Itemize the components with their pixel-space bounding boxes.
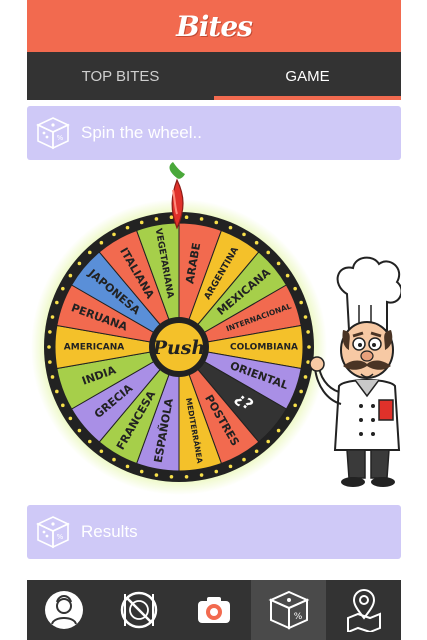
wheel-light — [199, 217, 204, 221]
wheel-light — [303, 315, 308, 319]
wheel-light — [139, 220, 144, 225]
wheel-light — [266, 250, 271, 255]
results-label: Results — [81, 522, 138, 541]
push-label: Push — [152, 337, 206, 359]
wheel-light — [87, 250, 92, 255]
wheel-light — [214, 220, 219, 225]
results-panel[interactable]: % Results — [27, 505, 401, 559]
wheel-light — [276, 428, 281, 433]
wheel-light — [55, 389, 59, 394]
wheel-light — [77, 428, 82, 433]
wheel-light — [99, 240, 104, 245]
nav-map-button[interactable] — [326, 580, 401, 640]
wheel-light — [68, 416, 73, 421]
wheel-light — [48, 360, 52, 364]
wheel-light — [254, 449, 259, 454]
dice-icon: % — [268, 590, 310, 630]
wheel-light — [50, 315, 55, 319]
wheel-light — [299, 300, 303, 305]
right-margin — [400, 0, 427, 640]
wheel-light — [184, 215, 189, 220]
tab-top-bites[interactable]: TOP BITES — [27, 52, 214, 100]
app-logo: Bites — [176, 9, 253, 43]
wheel-light — [112, 457, 116, 462]
svg-text:%: % — [294, 612, 303, 622]
wheel-light — [285, 273, 290, 278]
wheel-light — [61, 286, 65, 291]
wheel-light — [112, 232, 116, 237]
map-pin-icon — [346, 588, 381, 632]
profile-icon — [45, 591, 84, 629]
tab-game[interactable]: GAME — [214, 52, 401, 100]
wheel-segment-label: COLOMBIANA — [230, 343, 298, 353]
wheel-light — [68, 273, 73, 278]
wheel-light — [169, 215, 174, 220]
wheel-light — [254, 240, 259, 245]
wheel-light — [199, 473, 204, 477]
spin-panel[interactable]: % Spin the wheel.. — [27, 106, 401, 160]
wheel-light — [61, 403, 65, 408]
wheel-light — [303, 375, 308, 379]
wheel-light — [307, 345, 311, 349]
header-bar: Bites — [27, 0, 401, 52]
wheel-light — [293, 403, 297, 408]
wheel-light — [50, 375, 55, 379]
nav-profile-button[interactable] — [27, 580, 102, 640]
dice-icon: % — [36, 117, 70, 150]
wheel-light — [55, 300, 59, 305]
wheel-light — [154, 217, 159, 221]
no-food-icon — [120, 591, 158, 629]
wheel-light — [266, 439, 271, 444]
wheel-light — [242, 232, 246, 237]
wheel-light — [87, 439, 92, 444]
svg-text:%: % — [57, 134, 64, 142]
wheel-light — [242, 457, 246, 462]
spin-label: Spin the wheel.. — [81, 123, 202, 142]
wheel-light — [228, 225, 233, 230]
wheel-light — [125, 464, 130, 469]
wheel-segment-label: AMERICANA — [64, 343, 124, 353]
wheel-light — [276, 261, 281, 266]
wheel-light — [299, 389, 303, 394]
wheel-light — [285, 416, 290, 421]
wheel-light — [154, 473, 159, 477]
svg-text:%: % — [57, 533, 64, 541]
nav-camera-button[interactable] — [177, 580, 252, 640]
app-container: Bites TOP BITES GAME % Spin the wheel.. — [27, 0, 403, 640]
wheel-light — [184, 474, 189, 479]
wheel-light — [139, 469, 144, 474]
wheel-light — [125, 225, 130, 230]
nav-game-button[interactable]: % — [251, 580, 327, 640]
wheel-light — [293, 286, 297, 291]
nav-no-food-button[interactable] — [102, 580, 177, 640]
wheel-light — [169, 474, 174, 479]
left-margin — [0, 0, 27, 640]
dice-icon: % — [36, 516, 70, 549]
wheel-graphic: ARABE ARGENTINAMEXICANAINTERNACIONALCOLOM… — [31, 162, 403, 495]
wheel-area: ARABE ARGENTINA MEXICANA INTERNACIONAL COLOM… — [27, 160, 403, 500]
tab-bar: TOP BITES GAME — [27, 52, 401, 100]
wheel-light — [77, 261, 82, 266]
camera-icon — [197, 597, 230, 623]
bottom-nav: % — [27, 580, 401, 640]
wheel-light — [99, 449, 104, 454]
wheel-light — [228, 464, 233, 469]
wheel-light — [214, 469, 219, 474]
wheel-light — [47, 345, 51, 349]
wheel-light — [48, 330, 52, 334]
wheel-light — [306, 330, 310, 334]
